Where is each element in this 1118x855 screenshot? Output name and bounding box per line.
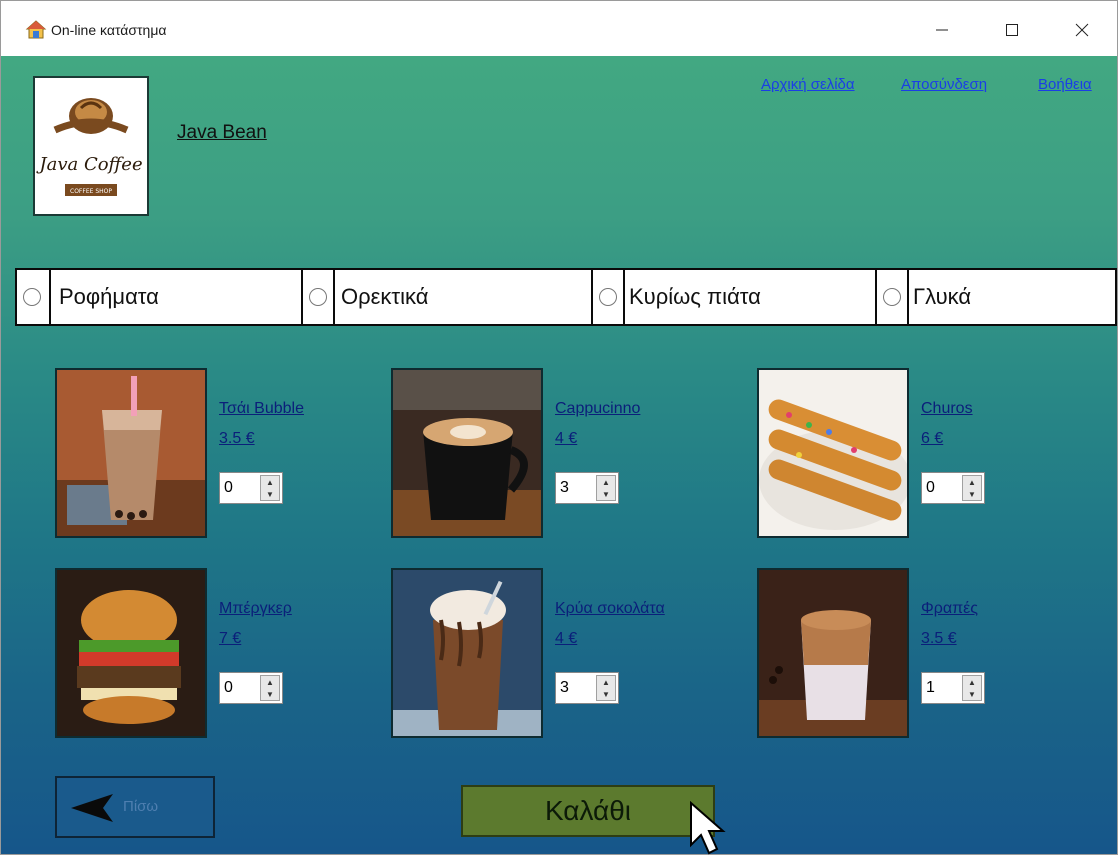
stepper-down-icon[interactable]: ▼ <box>963 688 981 700</box>
churros-image[interactable] <box>757 368 909 538</box>
quantity-value[interactable]: 0 <box>926 479 935 497</box>
cart-button-label: Καλάθι <box>544 795 632 826</box>
quantity-stepper[interactable]: 3 ▲ ▼ <box>555 672 619 704</box>
arrow-left-icon <box>71 794 113 822</box>
stepper-arrows[interactable]: ▲ ▼ <box>962 675 982 701</box>
maximize-icon <box>1006 24 1018 36</box>
product-name-link[interactable]: Φραπές <box>921 600 978 618</box>
category-label: Ορεκτικά <box>341 284 429 309</box>
product-price[interactable]: 6 € <box>921 430 943 448</box>
stepper-up-icon[interactable]: ▲ <box>963 476 981 488</box>
product-name-link[interactable]: Κρύα σοκολάτα <box>555 600 665 618</box>
maximize-button[interactable] <box>989 15 1035 45</box>
logout-link[interactable]: Αποσύνδεση <box>901 76 987 93</box>
category-radio[interactable] <box>883 288 901 306</box>
quantity-stepper[interactable]: 0 ▲ ▼ <box>921 472 985 504</box>
category-bar: Ροφήματα Ορεκτικά Κυρίως πιάτα Γλυκά <box>15 268 1117 326</box>
back-button-label: Πίσω <box>123 798 159 815</box>
category-radio[interactable] <box>599 288 617 306</box>
product-name-link[interactable]: Churos <box>921 400 973 418</box>
category-label: Ροφήματα <box>59 284 159 309</box>
help-link[interactable]: Βοήθεια <box>1038 76 1092 93</box>
quantity-stepper[interactable]: 0 ▲ ▼ <box>219 672 283 704</box>
category-label: Γλυκά <box>913 284 972 309</box>
stepper-arrows[interactable]: ▲ ▼ <box>260 475 280 501</box>
category-desserts[interactable]: Γλυκά <box>875 270 1115 324</box>
divider <box>49 270 51 324</box>
mouse-pointer-icon <box>690 801 726 855</box>
stepper-down-icon[interactable]: ▼ <box>597 488 615 500</box>
product-name-link[interactable]: Τσάι Bubble <box>219 400 304 418</box>
divider <box>333 270 335 324</box>
app-house-icon <box>25 19 47 41</box>
quantity-stepper[interactable]: 1 ▲ ▼ <box>921 672 985 704</box>
stepper-down-icon[interactable]: ▼ <box>261 688 279 700</box>
category-radio[interactable] <box>309 288 327 306</box>
stepper-arrows[interactable]: ▲ ▼ <box>260 675 280 701</box>
stepper-arrows[interactable]: ▲ ▼ <box>962 475 982 501</box>
product-name-link[interactable]: Cappucinno <box>555 400 640 418</box>
close-icon <box>1075 23 1089 37</box>
coffee-cup-logo-icon: COFFEE SHOP Java Coffee <box>35 98 143 196</box>
product-name-link[interactable]: Μπέργκερ <box>219 600 292 618</box>
store-name-link[interactable]: Java Bean <box>177 122 267 144</box>
svg-text:Java Coffee: Java Coffee <box>35 154 142 175</box>
frappe-image[interactable] <box>757 568 909 738</box>
stepper-arrows[interactable]: ▲ ▼ <box>596 475 616 501</box>
divider <box>623 270 625 324</box>
quantity-stepper[interactable]: 0 ▲ ▼ <box>219 472 283 504</box>
category-beverages[interactable]: Ροφήματα <box>17 270 301 324</box>
cappuccino-image[interactable] <box>391 368 543 538</box>
product-price[interactable]: 3.5 € <box>921 630 957 648</box>
stepper-down-icon[interactable]: ▼ <box>597 688 615 700</box>
divider <box>907 270 909 324</box>
stepper-up-icon[interactable]: ▲ <box>261 676 279 688</box>
iced-chocolate-image[interactable] <box>391 568 543 738</box>
quantity-value[interactable]: 0 <box>224 679 233 697</box>
cart-button[interactable]: Καλάθι <box>461 785 715 837</box>
stepper-up-icon[interactable]: ▲ <box>597 676 615 688</box>
burger-image[interactable] <box>55 568 207 738</box>
app-window: On-line κατάστημα COFFEE SHOP Java Coffe… <box>0 0 1118 855</box>
category-main-dishes[interactable]: Κυρίως πιάτα <box>591 270 875 324</box>
stepper-up-icon[interactable]: ▲ <box>963 676 981 688</box>
stepper-arrows[interactable]: ▲ ▼ <box>596 675 616 701</box>
quantity-value[interactable]: 0 <box>224 479 233 497</box>
stepper-up-icon[interactable]: ▲ <box>261 476 279 488</box>
quantity-value[interactable]: 3 <box>560 679 569 697</box>
product-price[interactable]: 4 € <box>555 430 577 448</box>
quantity-value[interactable]: 3 <box>560 479 569 497</box>
stepper-up-icon[interactable]: ▲ <box>597 476 615 488</box>
window-title: On-line κατάστημα <box>51 22 167 38</box>
back-button[interactable]: Πίσω <box>55 776 215 838</box>
product-price[interactable]: 3.5 € <box>219 430 255 448</box>
quantity-stepper[interactable]: 3 ▲ ▼ <box>555 472 619 504</box>
category-label: Κυρίως πιάτα <box>629 284 761 309</box>
minimize-icon <box>936 29 948 31</box>
svg-text:COFFEE SHOP: COFFEE SHOP <box>70 188 112 195</box>
category-radio[interactable] <box>23 288 41 306</box>
minimize-button[interactable] <box>919 15 965 45</box>
product-price[interactable]: 4 € <box>555 630 577 648</box>
title-bar: On-line κατάστημα <box>1 1 1117 56</box>
stepper-down-icon[interactable]: ▼ <box>261 488 279 500</box>
stepper-down-icon[interactable]: ▼ <box>963 488 981 500</box>
product-price[interactable]: 7 € <box>219 630 241 648</box>
main-panel: COFFEE SHOP Java Coffee Java Bean Αρχική… <box>1 56 1117 855</box>
store-logo: COFFEE SHOP Java Coffee <box>33 76 149 216</box>
home-link[interactable]: Αρχική σελίδα <box>761 76 855 93</box>
close-button[interactable] <box>1059 15 1105 45</box>
category-appetizers[interactable]: Ορεκτικά <box>301 270 591 324</box>
bubble-tea-image[interactable] <box>55 368 207 538</box>
quantity-value[interactable]: 1 <box>926 679 935 697</box>
